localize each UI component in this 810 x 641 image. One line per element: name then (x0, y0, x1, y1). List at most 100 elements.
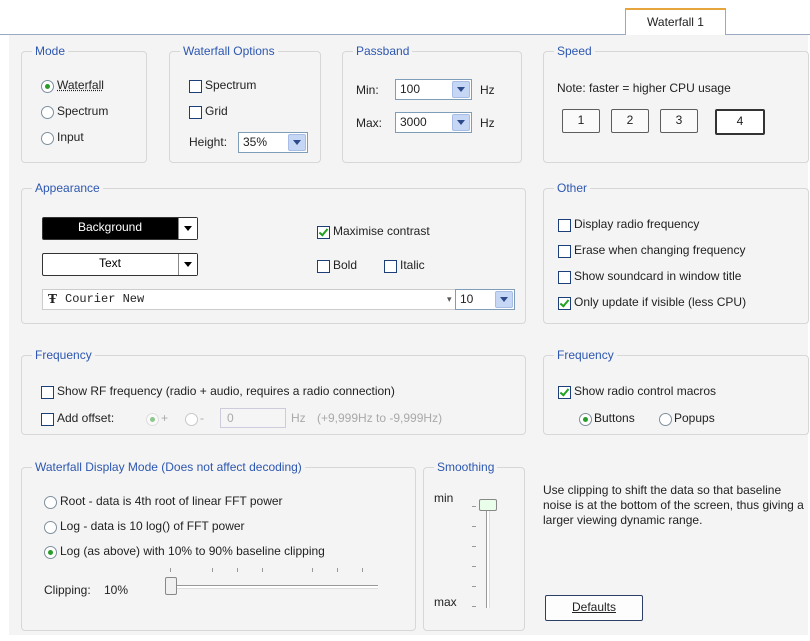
smoothing-group: Smoothing min max (423, 460, 525, 631)
smoothing-min-label: min (434, 491, 454, 505)
only-update-if-visible-checkbox[interactable] (558, 297, 571, 310)
speed-4-button[interactable]: 4 (715, 109, 765, 135)
offset-plus-label: + (161, 411, 169, 425)
chevron-down-icon (288, 134, 306, 151)
offset-minus-radio[interactable] (185, 413, 198, 426)
text-color-button[interactable]: Text (42, 253, 198, 276)
chevron-down-icon (178, 254, 197, 275)
smoothing-slider-thumb[interactable] (479, 499, 497, 511)
slider-tick (312, 568, 313, 572)
passband-max-unit: Hz (480, 116, 495, 130)
display-mode-log-clipping-radio[interactable] (44, 546, 57, 559)
slider-tick (472, 546, 476, 547)
display-mode-log-radio[interactable] (44, 521, 57, 534)
other-title: Other (554, 181, 591, 195)
show-rf-frequency-checkbox[interactable] (41, 386, 54, 399)
smoothing-slider[interactable] (464, 496, 504, 616)
clipping-slider-track (166, 585, 378, 589)
slider-tick (237, 568, 238, 572)
height-select[interactable]: 35% (238, 132, 308, 153)
mode-spectrum-radio[interactable] (41, 106, 54, 119)
speed-2-label: 2 (626, 113, 634, 127)
chevron-down-icon (178, 218, 197, 239)
bold-label: Bold (333, 258, 358, 272)
bold-checkbox[interactable] (317, 260, 330, 273)
font-select[interactable]: Ŧ Courier New ▾ (42, 289, 464, 310)
display-mode-log-label: Log - data is 10 log() of FFT power (60, 519, 245, 533)
settings-panel: Mode Waterfall Spectrum Input Waterfall … (9, 35, 809, 635)
speed-group: Speed Note: faster = higher CPU usage 1 … (543, 44, 809, 163)
frequency-macros-group: Frequency Show radio control macros Butt… (543, 348, 809, 435)
spectrum-checkbox[interactable] (189, 80, 202, 93)
background-color-button[interactable]: Background (42, 217, 198, 240)
tab-label: Waterfall 1 (647, 15, 704, 29)
text-color-label: Text (98, 256, 121, 270)
slider-tick (212, 568, 213, 572)
font-size-select[interactable]: 10 (455, 289, 515, 310)
passband-max-select[interactable]: 3000 (395, 112, 472, 133)
passband-min-value: 100 (400, 82, 421, 96)
show-radio-macros-label: Show radio control macros (574, 384, 717, 398)
add-offset-checkbox[interactable] (41, 413, 54, 426)
display-mode-root-radio[interactable] (44, 496, 57, 509)
erase-when-changing-label: Erase when changing frequency (574, 243, 746, 257)
speed-2-button[interactable]: 2 (611, 109, 649, 133)
waterfall-options-title: Waterfall Options (180, 44, 278, 58)
add-offset-label: Add offset: (57, 411, 115, 425)
truetype-font-icon: Ŧ (48, 292, 57, 306)
passband-min-label: Min: (356, 83, 379, 97)
slider-tick (337, 568, 338, 572)
height-label: Height: (189, 135, 228, 149)
speed-1-label: 1 (577, 113, 585, 127)
italic-checkbox[interactable] (384, 260, 397, 273)
passband-title: Passband (353, 44, 413, 58)
clipping-slider-thumb[interactable] (165, 577, 177, 595)
smoothing-slider-track (486, 502, 490, 608)
grid-checkbox-label: Grid (205, 104, 228, 118)
display-mode-group: Waterfall Display Mode (Does not affect … (21, 460, 416, 631)
slider-tick (362, 568, 363, 572)
macros-buttons-radio[interactable] (579, 413, 592, 426)
mode-waterfall-radio[interactable] (41, 80, 54, 93)
macros-popups-radio[interactable] (659, 413, 672, 426)
other-group: Other Display radio frequency Erase when… (543, 181, 809, 324)
frequency-rf-title: Frequency (32, 348, 95, 362)
speed-3-label: 3 (675, 113, 683, 127)
mode-input-radio[interactable] (41, 132, 54, 145)
slider-tick (262, 568, 263, 572)
clipping-value: 10% (104, 583, 129, 597)
erase-when-changing-checkbox[interactable] (558, 245, 571, 258)
mode-waterfall-label: Waterfall (57, 78, 104, 92)
tab-waterfall-1[interactable]: Waterfall 1 (625, 8, 726, 37)
display-radio-frequency-label: Display radio frequency (574, 217, 700, 231)
font-size-value: 10 (460, 292, 474, 306)
passband-min-select[interactable]: 100 (395, 79, 472, 100)
clipping-slider[interactable] (162, 568, 382, 598)
slider-tick (472, 506, 476, 507)
offset-input[interactable]: 0 (220, 408, 286, 428)
show-radio-macros-checkbox[interactable] (558, 386, 571, 399)
smoothing-title: Smoothing (434, 460, 498, 474)
maximise-contrast-checkbox[interactable] (317, 226, 330, 239)
appearance-title: Appearance (32, 181, 103, 195)
only-update-if-visible-label: Only update if visible (less CPU) (574, 295, 747, 309)
font-select-value: Courier New (65, 292, 145, 306)
speed-title: Speed (554, 44, 595, 58)
frequency-macros-title: Frequency (554, 348, 617, 362)
grid-checkbox[interactable] (189, 106, 202, 119)
maximise-contrast-label: Maximise contrast (333, 224, 430, 238)
offset-plus-radio[interactable] (146, 413, 159, 426)
show-rf-frequency-label: Show RF frequency (radio + audio, requir… (57, 384, 395, 398)
display-radio-frequency-checkbox[interactable] (558, 219, 571, 232)
mode-spectrum-label: Spectrum (57, 104, 109, 118)
speed-3-button[interactable]: 3 (660, 109, 698, 133)
show-soundcard-checkbox[interactable] (558, 271, 571, 284)
defaults-button-label: Defaults (571, 600, 617, 614)
display-mode-title: Waterfall Display Mode (Does not affect … (32, 460, 305, 474)
defaults-button[interactable]: Defaults (545, 595, 643, 621)
speed-1-button[interactable]: 1 (562, 109, 600, 133)
slider-tick (472, 586, 476, 587)
clipping-label: Clipping: (44, 583, 91, 597)
height-select-value: 35% (243, 135, 268, 149)
offset-input-value: 0 (227, 411, 234, 425)
